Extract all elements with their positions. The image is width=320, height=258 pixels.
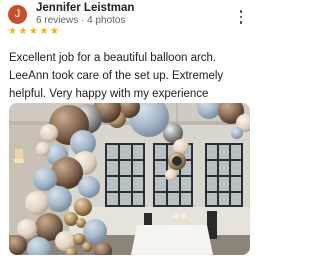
reviewer-meta: 6 reviews · 4 photos	[36, 15, 126, 26]
star-rating: ★ ★ ★ ★ ★	[8, 27, 60, 39]
star-icon: ★	[18, 26, 28, 37]
more-options-button[interactable]	[236, 10, 246, 24]
avatar-initial: J	[14, 8, 21, 20]
reviewer-name[interactable]: Jennifer Leistman	[36, 2, 134, 14]
star-icon: ★	[29, 26, 38, 37]
star-icon: ★	[8, 26, 17, 37]
review-text: Excellent job for a beautiful balloon ar…	[9, 52, 224, 100]
review-photo[interactable]	[9, 103, 250, 255]
star-icon: ★	[50, 26, 59, 37]
more-vert-icon	[239, 10, 243, 13]
avatar[interactable]: J	[8, 5, 27, 24]
balloon-arch-photo	[9, 103, 250, 255]
star-icon: ★	[39, 26, 49, 37]
